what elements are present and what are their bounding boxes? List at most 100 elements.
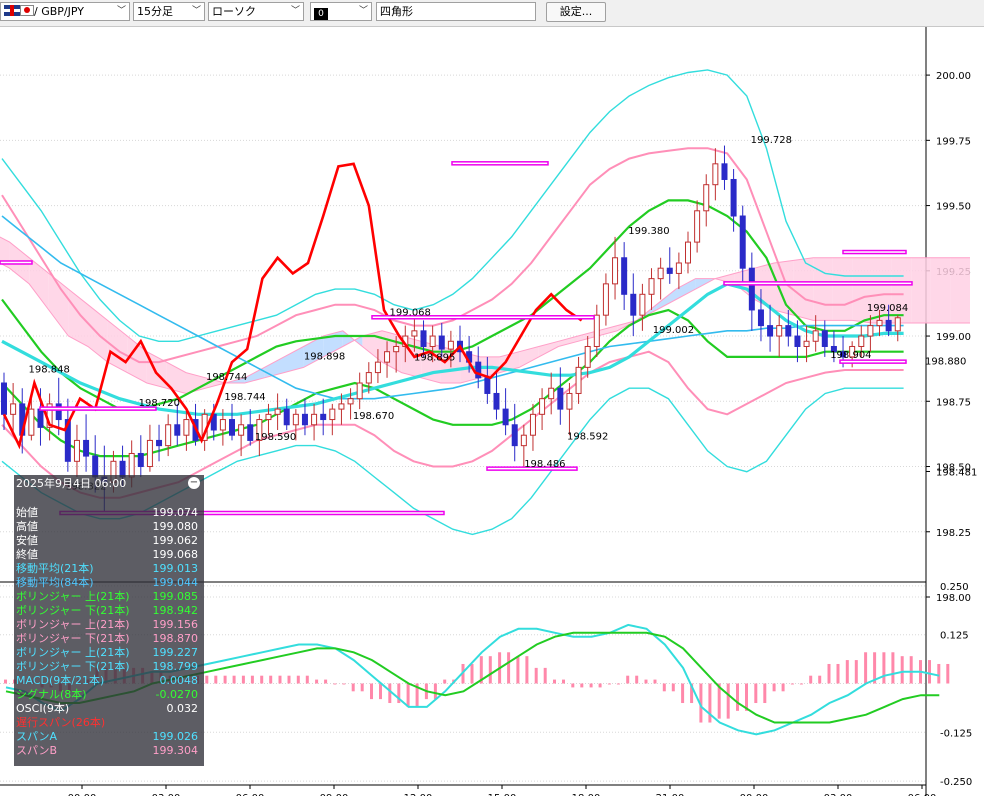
osci-bar [662,683,666,692]
uk-flag-icon [4,5,20,16]
candle-up [548,387,555,400]
candle-down [484,377,491,394]
y-tick-label: 199.00 [936,332,971,343]
candle-up [812,330,819,342]
chevron-down-icon: ﹀ [290,6,300,16]
osci-bar [626,675,630,684]
candle-down [794,335,801,347]
osci-bar [827,663,831,684]
info-row-value: 199.227 [152,646,199,659]
osci-bar [671,683,675,692]
info-row-label: 安値 [16,534,38,547]
candle-up [657,267,664,280]
marker-line [0,260,33,265]
candle-down [748,267,755,311]
osci-bar [854,660,858,684]
info-row-value: 199.013 [152,562,199,575]
candle-up [10,403,17,415]
info-row: スパンB 199.304 [16,744,202,758]
info-row-label: 始値 [16,506,38,519]
info-row: MACD(9本/21本) 0.0048 [16,674,202,688]
info-row-value: 0.0048 [159,674,199,687]
drawing-tool-label: 四角形 [380,5,413,18]
info-row: 移動平均(84本) 199.044 [16,576,202,590]
chart-type-select[interactable]: ローソク ﹀ [208,2,304,21]
jp-flag-icon [20,5,34,16]
candle-up [429,335,436,347]
interval-select[interactable]: 15分足 ﹀ [133,2,205,21]
drawing-tool-field[interactable]: 四角形 [376,2,536,21]
collapse-icon[interactable]: − [188,477,200,489]
osci-bar [580,683,584,688]
osci-bar [525,656,529,684]
chart-type-label: ローソク [212,5,256,18]
candle-down [821,330,828,347]
osci-bar [772,683,776,692]
candle-up [593,314,600,347]
info-row-label: ボリンジャー 下(21本) [16,660,130,673]
osci-bar [635,675,639,684]
osci-bar [607,683,611,685]
candle-down [666,267,673,274]
candle-up [575,366,582,394]
candle-up [183,419,190,436]
info-row-value: 199.080 [152,520,199,533]
osci-bar [296,675,300,684]
candle-up [584,345,591,368]
price-annotation: 199.068 [390,307,431,318]
candle-up [393,345,400,353]
osci-bar [616,683,620,685]
candle-down [137,452,144,468]
osci-bar [351,683,355,692]
candle-down [247,424,254,441]
info-row-label: スパンB [16,744,58,757]
candle-up [165,424,172,447]
candle-up [311,413,318,426]
info-row-value: 199.044 [152,576,199,589]
osci-bar [278,675,282,684]
info-row: 安値 199.062 [16,534,202,548]
marker-line [842,249,907,255]
y-tick-label: 198.25 [936,528,971,539]
candle-up [876,319,883,327]
candle-down [438,335,445,350]
chevron-down-icon: ﹀ [358,6,368,16]
osci-bar [333,683,337,685]
candle-up [73,439,80,462]
info-row-value: 199.156 [152,618,199,631]
candle-up [219,419,226,431]
price-annotation: 198.486 [524,459,565,470]
current-price-label: 198.481 [936,467,977,478]
osci-bar [232,675,236,684]
osci-bar [507,652,511,684]
osci-bar [269,675,273,684]
y-tick-label: 199.75 [936,136,971,147]
osci-bar [406,683,410,707]
info-row: 始値 199.074 [16,506,202,520]
candle-up [639,293,646,316]
candle-down [785,325,792,337]
osci-bar [891,652,895,684]
color-select[interactable]: 0 ﹀ [310,2,372,21]
info-row-label: ボリンジャー 上(21本) [16,590,130,603]
chevron-down-icon: ﹀ [191,6,201,16]
ichimoku-cloud-segment [832,257,853,321]
macd-tick-label: -0.125 [940,728,972,739]
marker-line [723,281,913,286]
y-tick-label: 199.50 [936,202,971,213]
macd-tick-label: -0.250 [940,777,972,788]
candle-up [447,340,454,350]
osci-bar [241,675,245,684]
color-swatch: 0 [314,8,328,20]
osci-bar [799,683,803,685]
osci-bar [754,683,758,704]
info-row: シグナル(8本) -0.0270 [16,688,202,702]
info-row-value: 198.799 [152,660,199,673]
candle-up [894,317,901,332]
symbol-select[interactable]: / GBP/JPY ﹀ [0,2,130,21]
candle-down [37,408,44,428]
price-annotation: 198.880 [925,356,966,367]
info-panel: 2025年9月4日 06:00 − 始値 199.074 高値 199.080 安値 19… [14,475,204,766]
info-row: ボリンジャー 下(21本) 198.942 [16,604,202,618]
settings-button[interactable]: 設定... [546,2,606,22]
